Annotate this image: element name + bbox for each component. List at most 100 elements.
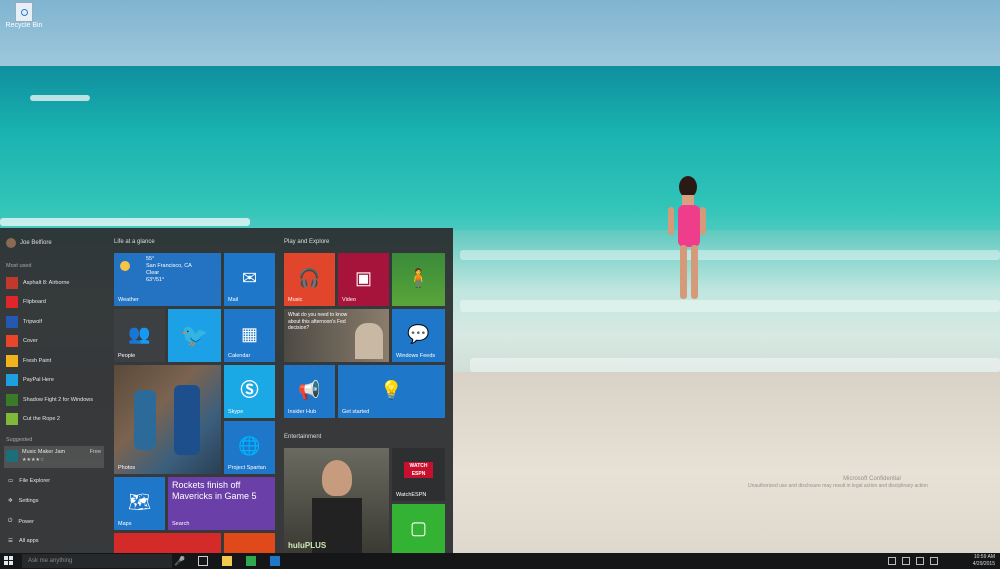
headphones-icon: 🎧 (298, 267, 321, 288)
skype-tile[interactable]: Ⓢ Skype (224, 365, 275, 418)
tray-chevron-icon[interactable] (888, 557, 896, 565)
skype-label: Skype (228, 409, 244, 415)
wave-foam (460, 250, 1000, 260)
network-icon[interactable] (902, 557, 910, 565)
group-play-and-explore: Play and Explore (284, 239, 330, 245)
search-tile[interactable]: Rockets finish off Mavericks in Game 5 S… (168, 477, 275, 530)
globe-icon: 🌐 (238, 435, 261, 456)
most-used-item-label: Tripwolf (23, 318, 43, 325)
red-tile-partial[interactable] (114, 533, 221, 553)
windows-feeds-tile[interactable]: 💬 Windows Feeds (392, 309, 445, 362)
girl-figure (668, 176, 706, 299)
news-feed-photo (355, 323, 383, 359)
microphone-icon[interactable]: 🎤 (174, 556, 185, 566)
avatars-icon: 🧍 (407, 267, 430, 288)
mail-label: Mail (228, 297, 239, 303)
power-item[interactable]: ⏻ Power (8, 518, 34, 525)
browser-taskbar-icon[interactable] (270, 556, 280, 566)
most-used-item[interactable]: Tripwolf (6, 314, 106, 329)
settings-label: Settings (18, 498, 39, 504)
watchespn-label: WatchESPN (396, 492, 427, 498)
file-explorer-taskbar-icon[interactable] (222, 556, 232, 566)
watermark-text: Unauthorized use and disclosure may resu… (748, 483, 928, 489)
recycle-bin-glyph (15, 2, 33, 22)
get-started-tile[interactable]: 💡 Get started (338, 365, 445, 418)
photo-person-2 (174, 385, 200, 455)
taskbar-clock[interactable]: 10:59 AM 4/29/2015 (973, 554, 995, 568)
file-explorer-item[interactable]: ▭ File Explorer (8, 478, 50, 484)
app-icon (6, 276, 18, 289)
most-used-item[interactable]: Fresh Paint (6, 353, 106, 368)
settings-item[interactable]: ✲ Settings (8, 498, 38, 504)
green-app-tile[interactable]: ▢ (392, 504, 445, 553)
start-menu: Joe Belfiore Most used Asphalt 8: Airbor… (0, 228, 453, 553)
store-taskbar-icon[interactable] (246, 556, 256, 566)
people-tile[interactable]: 👥 People (114, 309, 165, 362)
news-feed-text: What do you need to know about this afte… (288, 312, 348, 331)
weather-label: Weather (118, 297, 139, 303)
weather-tile[interactable]: 55° San Francisco, CA Clear 63°/51° Weat… (114, 253, 221, 306)
app-icon (6, 315, 18, 328)
task-view-icon[interactable] (198, 556, 208, 566)
calendar-tile[interactable]: ▦ Calendar (224, 309, 275, 362)
most-used-item-label: Cut the Rope 2 (23, 416, 60, 422)
app-icon (6, 335, 18, 347)
start-button[interactable] (4, 556, 14, 566)
insider-hub-tile[interactable]: 📢 Insider Hub (284, 365, 335, 418)
video-icon: ▣ (354, 267, 372, 288)
get-started-label: Get started (342, 409, 370, 415)
skype-icon: Ⓢ (240, 379, 259, 400)
people-label: People (118, 353, 136, 359)
weather-info: 55° San Francisco, CA Clear 63°/51° (146, 256, 192, 284)
windows-logo-pane (9, 556, 13, 560)
music-label: Music (288, 297, 303, 303)
mail-tile[interactable]: ✉ Mail (224, 253, 275, 306)
lightbulb-icon: 💡 (380, 379, 403, 400)
folder-icon: ▭ (8, 478, 14, 484)
user-account[interactable]: Joe Belfiore (6, 238, 52, 248)
most-used-item[interactable]: Cover (6, 334, 106, 349)
most-used-item[interactable]: PayPal Here (6, 373, 106, 388)
twitter-tile[interactable]: 🐦 (168, 309, 221, 362)
recycle-bin-icon[interactable]: Recycle Bin (4, 2, 44, 29)
video-tile[interactable]: ▣ Video (338, 253, 389, 306)
weather-range: 63°/51° (146, 277, 165, 283)
most-used-item[interactable]: Flipboard (6, 295, 106, 310)
start-left-column: Joe Belfiore Most used Asphalt 8: Airbor… (0, 228, 110, 553)
user-name: Joe Belfiore (20, 240, 52, 246)
suggested-app[interactable]: Music Maker Jam ★★★★☆ Free (4, 446, 104, 468)
watermark: Microsoft Confidential Unauthorized use … (748, 476, 996, 490)
music-tile[interactable]: 🎧 Music (284, 253, 335, 306)
cortana-search-box[interactable]: Ask me anything (22, 554, 172, 568)
most-used-label: Most used (6, 263, 32, 269)
project-spartan-tile[interactable]: 🌐 Project Spartan (224, 421, 275, 474)
weather-condition: Clear (146, 270, 160, 276)
maps-label: Maps (118, 521, 132, 527)
volume-icon[interactable] (916, 557, 924, 565)
wave-foam (470, 358, 1000, 372)
search-headline: Rockets finish off Mavericks in Game 5 (172, 480, 257, 501)
photos-tile[interactable]: Photos (114, 365, 221, 474)
most-used-item[interactable]: Cut the Rope 2 (6, 412, 106, 427)
file-explorer-label: File Explorer (19, 478, 51, 484)
calendar-label: Calendar (228, 353, 251, 359)
weather-city: San Francisco, CA (146, 263, 192, 269)
most-used-item-label: Shadow Fight 2 for Windows (23, 396, 94, 403)
feedback-icon: 💬 (407, 323, 430, 344)
calendar-icon: ▦ (240, 323, 258, 344)
xbox-tile[interactable]: 🧍 (392, 253, 445, 306)
orange-tile-partial[interactable] (224, 533, 275, 553)
recycle-bin-label: Recycle Bin (5, 22, 43, 29)
most-used-item[interactable]: Shadow Fight 2 for Windows (6, 392, 106, 407)
news-feed-tile[interactable]: What do you need to know about this afte… (284, 309, 389, 362)
music-maker-jam-icon (6, 450, 18, 462)
watchespn-tile[interactable]: WATCH ESPN WatchESPN (392, 448, 445, 501)
most-used-item[interactable]: Asphalt 8: Airborne (6, 275, 106, 290)
people-icon: 👥 (128, 323, 151, 344)
all-apps-item[interactable]: ☰ All apps (8, 538, 39, 544)
maps-tile[interactable]: 🗺 Maps (114, 477, 165, 530)
sky (0, 0, 1000, 68)
notifications-icon[interactable] (930, 557, 938, 565)
hulu-person-face (322, 460, 352, 496)
hulu-plus-tile[interactable]: huluPLUS (284, 448, 389, 553)
